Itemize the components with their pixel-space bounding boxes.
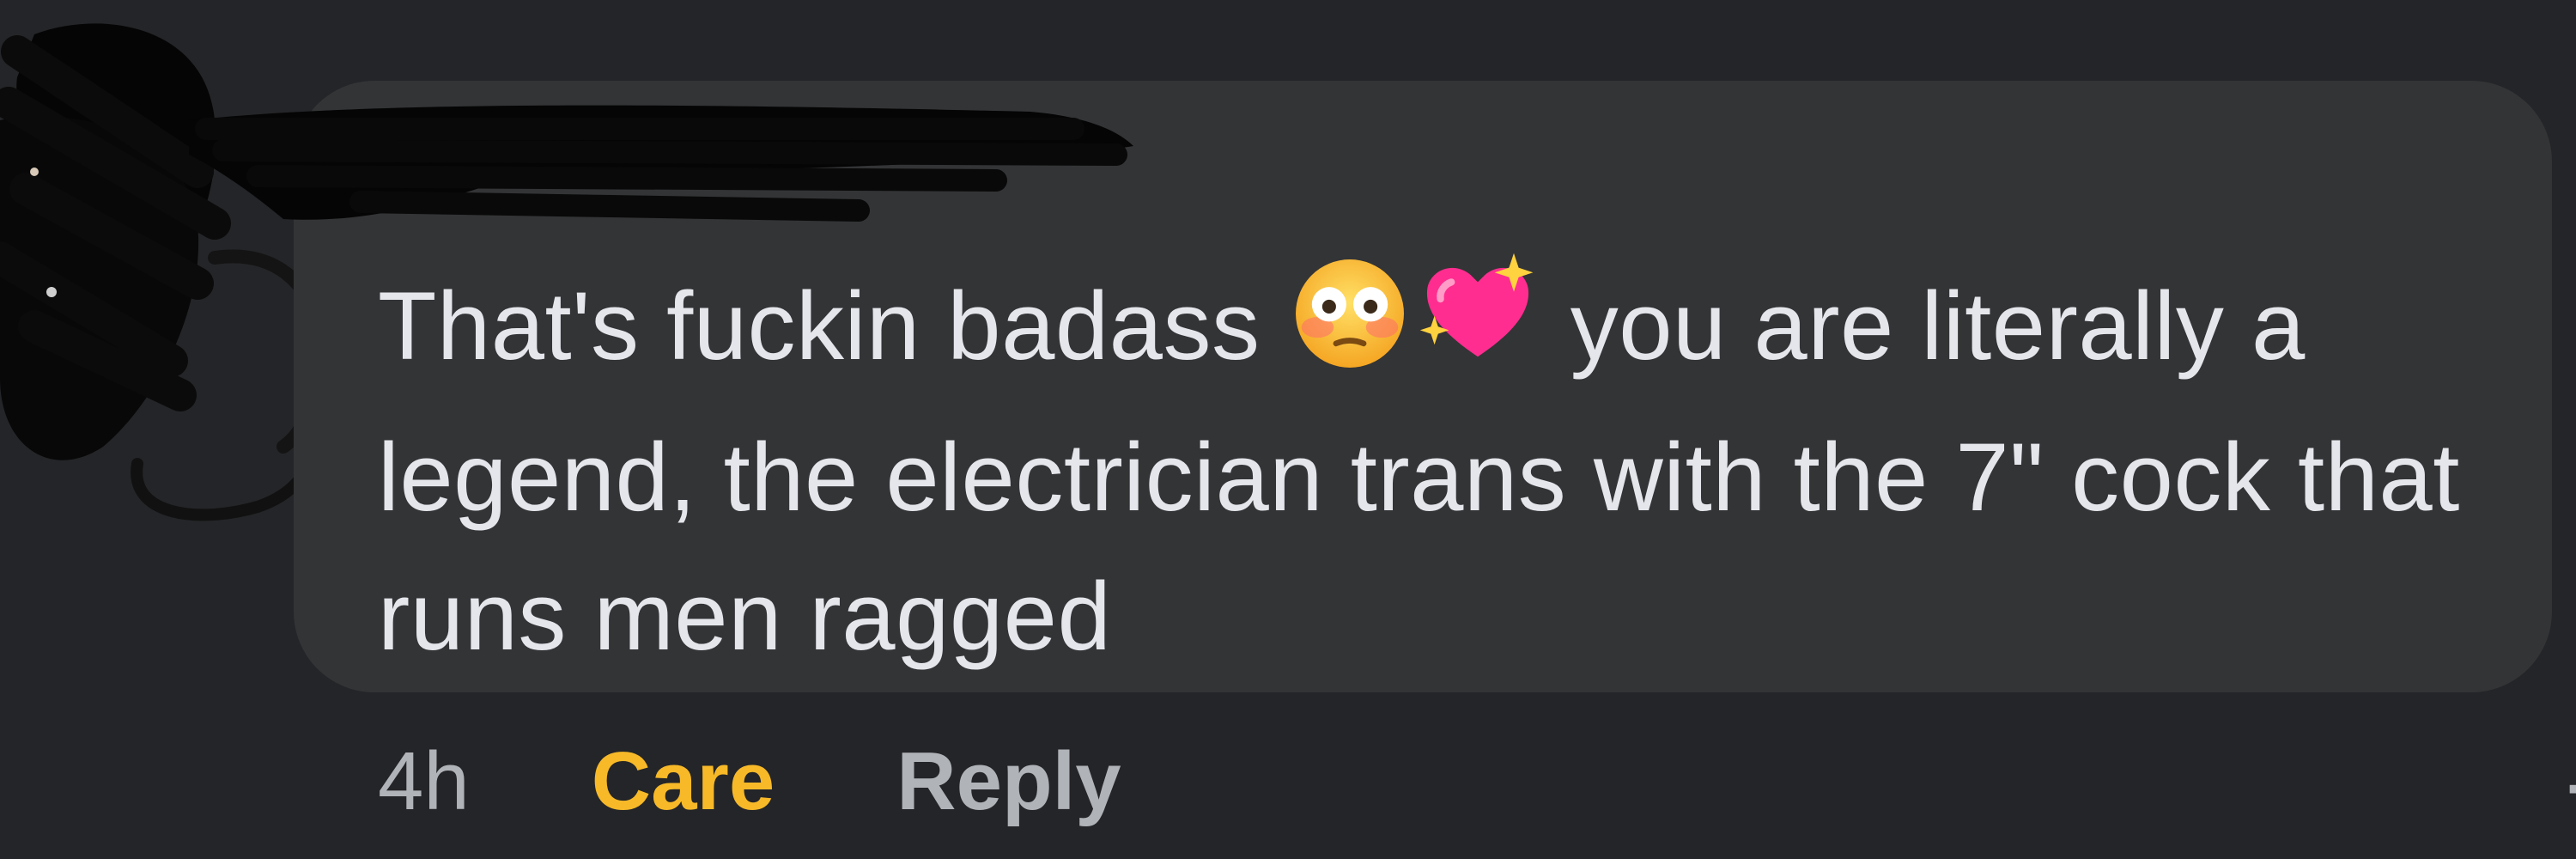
sparkling-heart-emoji (1418, 251, 1538, 408)
comment-actions: 4h Care Reply (378, 722, 1121, 842)
care-reaction-button[interactable]: Care (592, 734, 775, 829)
comment-text: That's fuckin badass you are literally a… (378, 251, 2524, 686)
comment-timestamp[interactable]: 4h (378, 734, 470, 829)
reply-button[interactable]: Reply (896, 734, 1121, 829)
flushed-face-emoji (1292, 256, 1407, 408)
reaction-count-cutoff: · (2561, 740, 2576, 829)
comment-thread: That's fuckin badass you are literally a… (0, 0, 2576, 859)
comment-text-before-emoji: That's fuckin badass (378, 272, 1261, 380)
